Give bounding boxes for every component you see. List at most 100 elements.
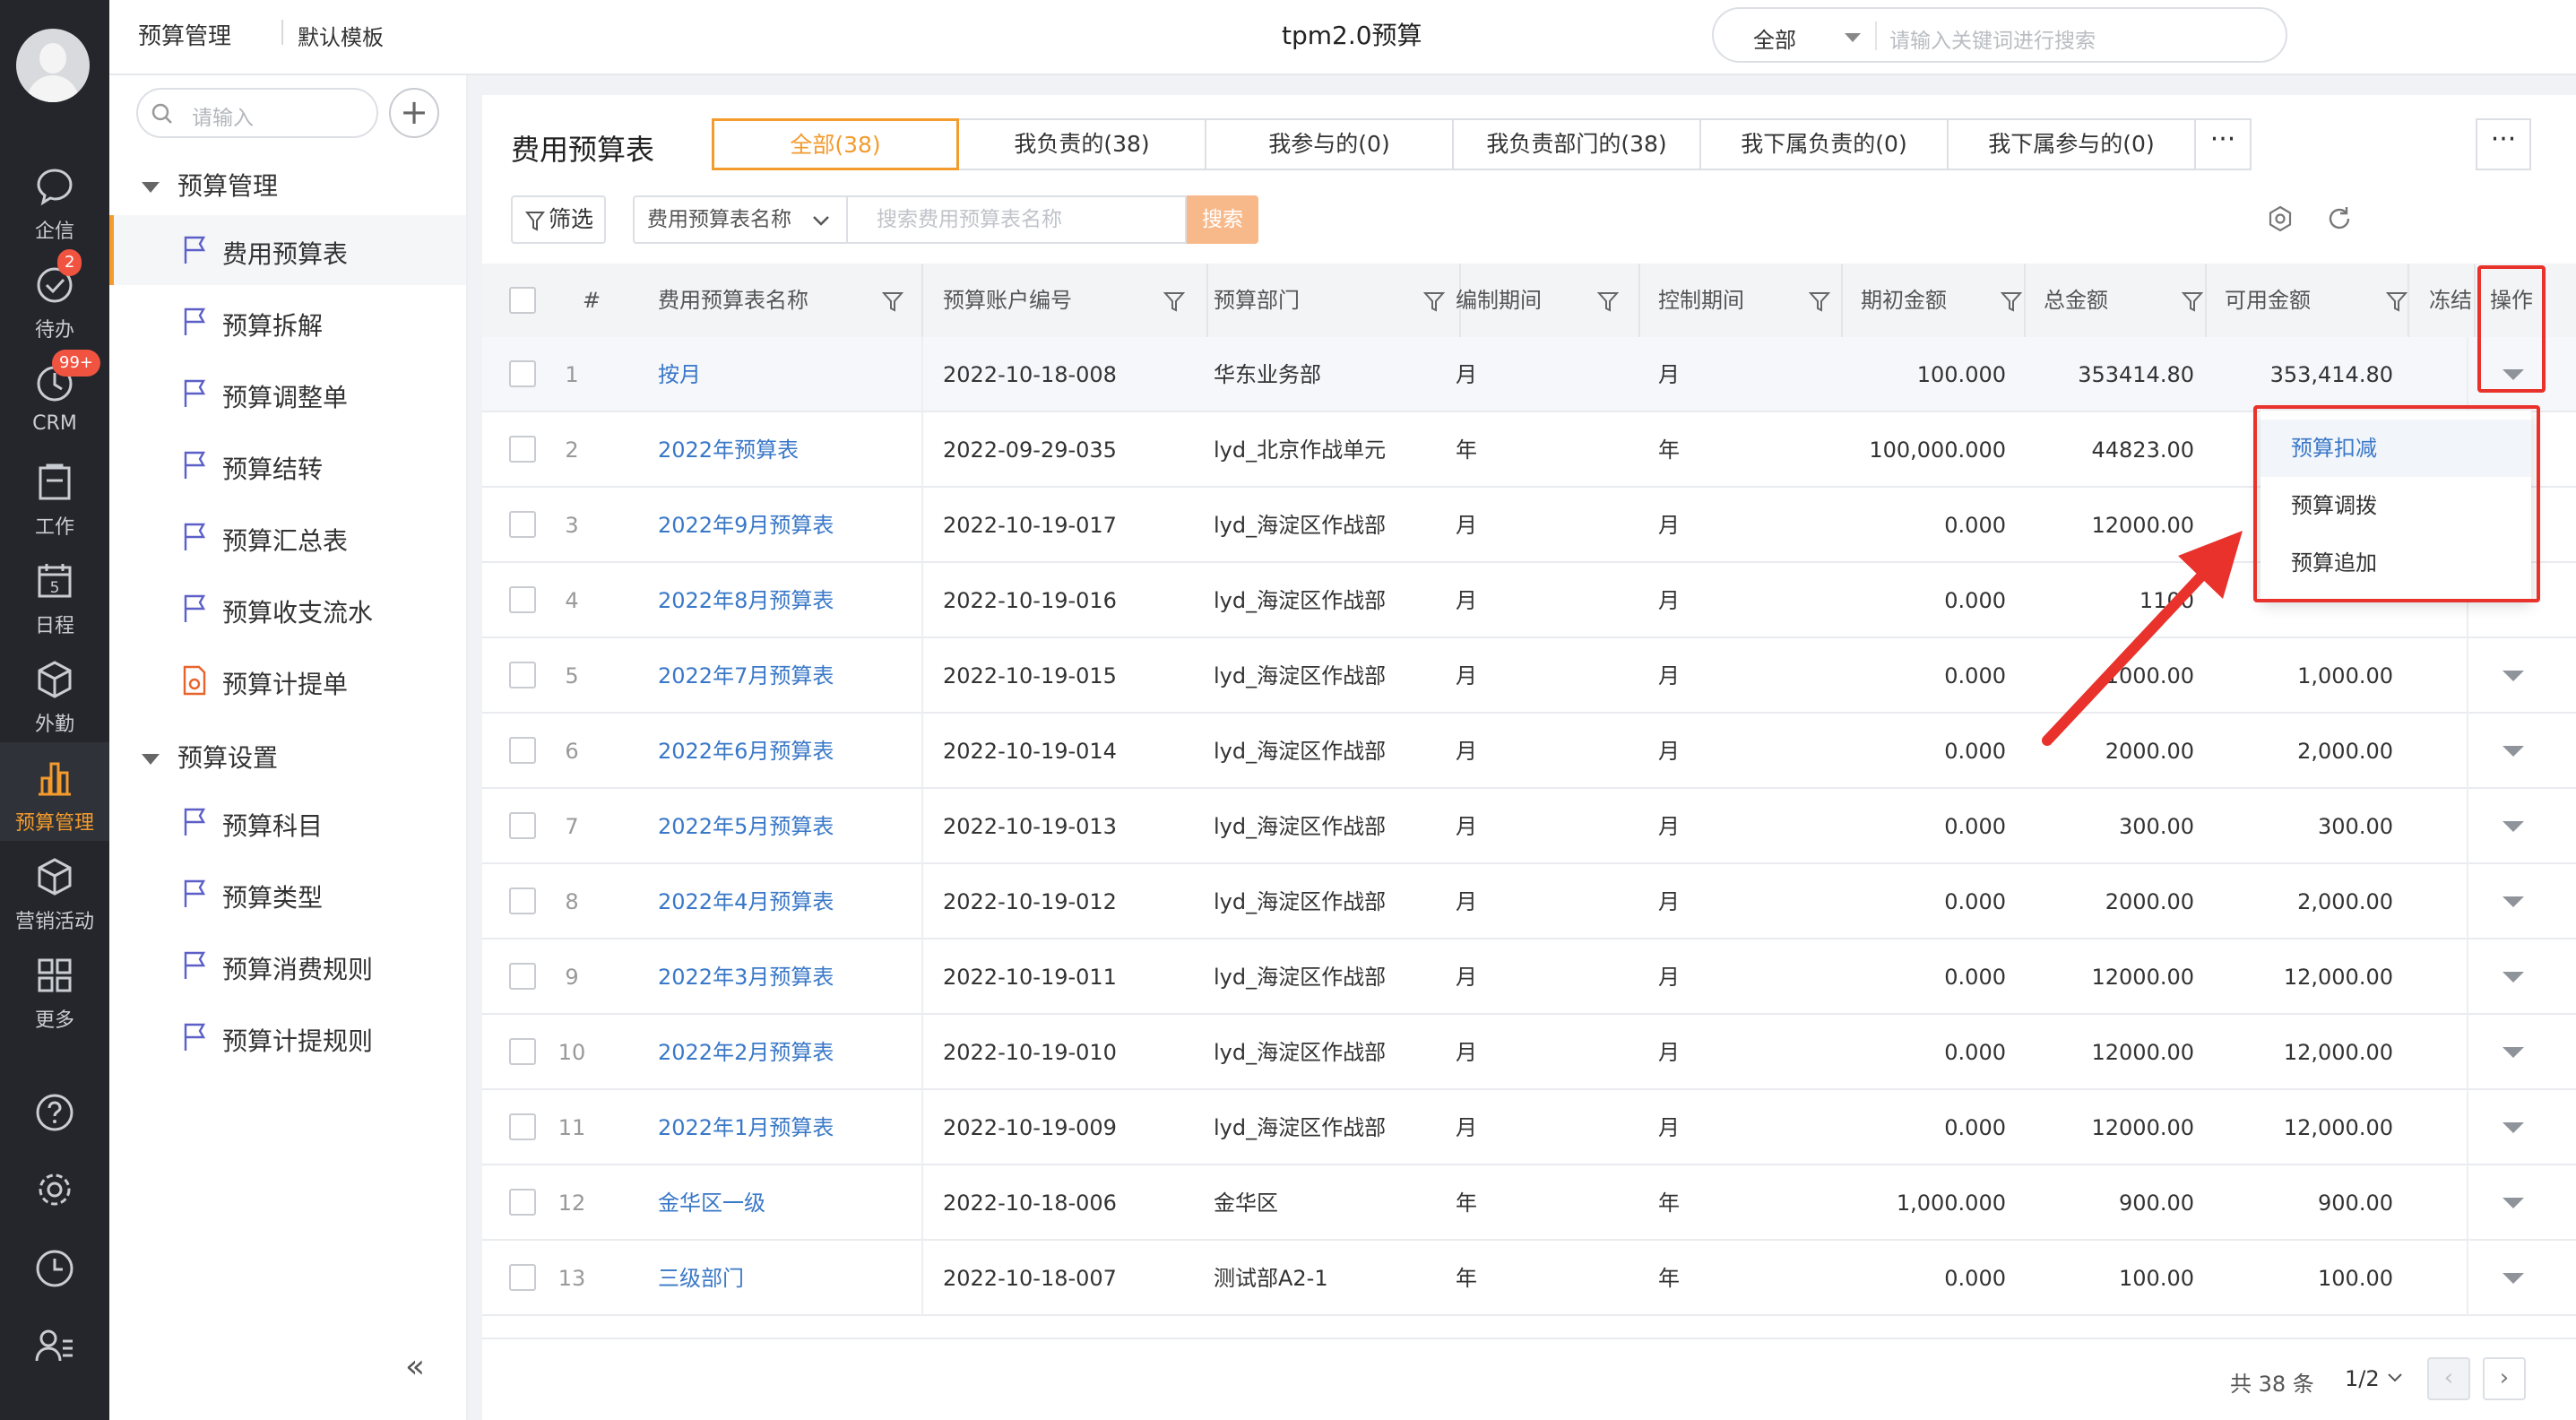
add-button[interactable]: + (389, 88, 439, 138)
cell-name[interactable]: 按月 (658, 337, 909, 412)
sidebar-nav-item[interactable]: 预算计提单 (109, 645, 466, 715)
row-action-dropdown-icon[interactable] (2503, 1122, 2524, 1133)
row-checkbox[interactable] (509, 1189, 536, 1216)
column-filter-icon[interactable] (1809, 290, 1830, 314)
settings-button[interactable] (0, 1156, 109, 1228)
select-all-checkbox[interactable] (509, 287, 536, 314)
card-more-button[interactable]: ··· (2476, 118, 2531, 170)
rail-item-work[interactable]: 工作 (0, 446, 109, 545)
col-available-amount[interactable]: 可用金额 (2225, 264, 2427, 337)
sidebar-search[interactable]: 请输入 (136, 88, 378, 138)
row-action-dropdown-icon[interactable] (2503, 746, 2524, 757)
cell-name[interactable]: 2022年6月预算表 (658, 714, 909, 789)
rail-item-budget[interactable]: 预算管理 (0, 742, 109, 841)
cell-name[interactable]: 2022年5月预算表 (658, 789, 909, 864)
tab-subordinate-participating[interactable]: 我下属参与的(0) (1949, 118, 2196, 170)
rail-item-qixin[interactable]: 企信 (0, 151, 109, 249)
rail-item-marketing[interactable]: 营销活动 (0, 841, 109, 939)
history-button[interactable] (0, 1235, 109, 1307)
column-filter-icon[interactable] (1423, 290, 1445, 314)
sidebar-nav-item[interactable]: 预算类型 (109, 859, 466, 929)
row-action-dropdown-icon[interactable] (2503, 972, 2524, 983)
row-action-dropdown-icon[interactable] (2503, 896, 2524, 907)
table-row[interactable]: 1 按月 2022-10-18-008 华东业务部 月 月 100.000 353414.80… (482, 337, 2576, 412)
col-plan-period[interactable]: 编制期间 (1456, 264, 1644, 337)
row-checkbox[interactable] (509, 360, 536, 387)
column-filter-icon[interactable] (882, 290, 903, 314)
row-checkbox[interactable] (509, 888, 536, 914)
row-action-dropdown-icon[interactable] (2503, 821, 2524, 832)
col-initial-amount[interactable]: 期初金额 (1861, 264, 2040, 337)
column-filter-icon[interactable] (2386, 290, 2407, 314)
breadcrumb-template[interactable]: 默认模板 (298, 20, 384, 51)
cell-name[interactable]: 金华区一级 (658, 1165, 909, 1241)
sidebar-nav-item[interactable]: 费用预算表 (109, 215, 466, 285)
column-filter-icon[interactable] (2001, 290, 2022, 314)
cell-name[interactable]: 2022年2月预算表 (658, 1015, 909, 1090)
row-checkbox[interactable] (509, 1264, 536, 1291)
row-checkbox[interactable] (509, 436, 536, 463)
sidebar-nav-item[interactable]: 预算调整单 (109, 359, 466, 429)
row-checkbox[interactable] (509, 812, 536, 839)
table-row[interactable]: 5 2022年7月预算表 2022-10-19-015 lyd_海淀区作战部 月 月 0.0… (482, 638, 2576, 714)
rail-item-todo[interactable]: 待办 (0, 249, 109, 348)
column-filter-icon[interactable] (2182, 290, 2203, 314)
contacts-button[interactable] (0, 1312, 109, 1384)
nav-group-budget-settings[interactable]: 预算设置 (142, 739, 278, 775)
table-row[interactable]: 11 2022年1月预算表 2022-10-19-009 lyd_海淀区作战部 月 月 0.… (482, 1090, 2576, 1165)
row-checkbox[interactable] (509, 737, 536, 764)
cell-name[interactable]: 2022年3月预算表 (658, 939, 909, 1015)
row-checkbox[interactable] (509, 1038, 536, 1065)
table-row[interactable]: 6 2022年6月预算表 2022-10-19-014 lyd_海淀区作战部 月 月 0.0… (482, 714, 2576, 789)
nav-group-budget-management[interactable]: 预算管理 (142, 167, 278, 203)
filter-button[interactable]: 筛选 (511, 195, 606, 244)
cell-name[interactable]: 三级部门 (658, 1241, 909, 1316)
table-search-input[interactable]: 搜索费用预算表名称 (846, 195, 1187, 244)
tab-my-department[interactable]: 我负责部门的(38) (1454, 118, 1701, 170)
row-action-dropdown-icon[interactable] (2503, 671, 2524, 681)
cell-name[interactable]: 2022年9月预算表 (658, 488, 909, 563)
table-row[interactable]: 9 2022年3月预算表 2022-10-19-011 lyd_海淀区作战部 月 月 0.0… (482, 939, 2576, 1015)
col-dept[interactable]: 预算部门 (1214, 264, 1456, 337)
search-scope-select[interactable]: 全部 (1753, 22, 1796, 54)
row-action-dropdown-icon[interactable] (2503, 1047, 2524, 1058)
row-checkbox[interactable] (509, 963, 536, 990)
sidebar-nav-item[interactable]: 预算拆解 (109, 287, 466, 357)
page-select[interactable]: 1/2 (2345, 1366, 2404, 1391)
sidebar-nav-item[interactable]: 预算科目 (109, 787, 466, 857)
row-checkbox[interactable] (509, 662, 536, 688)
sidebar-search-input[interactable]: 请输入 (192, 100, 254, 131)
next-page-button[interactable]: › (2483, 1357, 2526, 1400)
col-control-period[interactable]: 控制期间 (1658, 264, 1846, 337)
table-row[interactable]: 7 2022年5月预算表 2022-10-19-013 lyd_海淀区作战部 月 月 0.0… (482, 789, 2576, 864)
breadcrumb-module[interactable]: 预算管理 (138, 18, 231, 51)
cell-name[interactable]: 2022年1月预算表 (658, 1090, 909, 1165)
collapse-sidebar-button[interactable]: « (405, 1348, 425, 1385)
table-row[interactable]: 8 2022年4月预算表 2022-10-19-012 lyd_海淀区作战部 月 月 0.0… (482, 864, 2576, 939)
column-filter-icon[interactable] (1597, 290, 1619, 314)
cell-name[interactable]: 2022年7月预算表 (658, 638, 909, 714)
col-total-amount[interactable]: 总金额 (2044, 264, 2223, 337)
global-search[interactable]: 全部 请输入关键词进行搜索 (1712, 7, 2287, 63)
row-checkbox[interactable] (509, 511, 536, 538)
settings-hex-icon[interactable] (2266, 204, 2295, 233)
search-button[interactable]: 搜索 (1187, 195, 1258, 244)
table-row[interactable]: 10 2022年2月预算表 2022-10-19-010 lyd_海淀区作战部 月 月 0.… (482, 1015, 2576, 1090)
tabs-more-button[interactable]: ··· (2196, 118, 2252, 170)
tab-all[interactable]: 全部(38) (712, 118, 959, 170)
row-action-dropdown-icon[interactable] (2503, 1273, 2524, 1284)
sidebar-nav-item[interactable]: 预算汇总表 (109, 502, 466, 572)
table-row[interactable]: 12 金华区一级 2022-10-18-006 金华区 年 年 1,000.000 900.0… (482, 1165, 2576, 1241)
cell-name[interactable]: 2022年4月预算表 (658, 864, 909, 939)
cell-name[interactable]: 2022年预算表 (658, 412, 909, 488)
sidebar-nav-item[interactable]: 预算消费规则 (109, 931, 466, 1000)
tab-my-responsible[interactable]: 我负责的(38) (959, 118, 1206, 170)
row-checkbox[interactable] (509, 586, 536, 613)
sidebar-nav-item[interactable]: 预算收支流水 (109, 574, 466, 644)
column-filter-icon[interactable] (1163, 290, 1185, 314)
tab-subordinate-responsible[interactable]: 我下属负责的(0) (1701, 118, 1949, 170)
sidebar-nav-item[interactable]: 预算计提规则 (109, 1002, 466, 1072)
prev-page-button[interactable]: ‹ (2427, 1357, 2470, 1400)
table-row[interactable]: 13 三级部门 2022-10-18-007 测试部A2-1 年 年 0.000 100.00… (482, 1241, 2576, 1316)
rail-item-schedule[interactable]: 5 日程 (0, 545, 109, 644)
